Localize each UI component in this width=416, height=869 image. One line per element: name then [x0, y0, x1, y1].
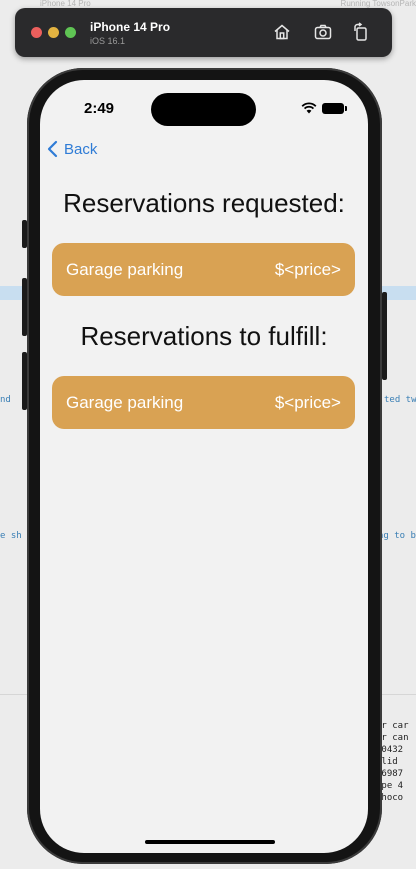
- requested-section-title: Reservations requested:: [63, 188, 345, 218]
- minimize-window-button[interactable]: [48, 27, 59, 38]
- console-line: alid: [376, 757, 398, 767]
- background-device-label: iPhone 14 Pro: [40, 0, 91, 8]
- dynamic-island: [151, 93, 256, 126]
- back-button-label: Back: [64, 140, 98, 158]
- chevron-left-icon: [47, 140, 58, 158]
- requested-reservation-card[interactable]: Garage parking $<price>: [52, 243, 355, 296]
- rotate-icon[interactable]: [351, 22, 371, 42]
- background-code-fragment: e sh: [0, 531, 22, 541]
- reservation-name: Garage parking: [66, 392, 184, 412]
- status-time: 2:49: [84, 100, 115, 117]
- background-run-status: Running TowsonPark: [340, 0, 416, 8]
- console-line: .6987: [376, 769, 404, 779]
- console-line: .0432: [376, 745, 404, 755]
- fulfill-reservation-card[interactable]: Garage parking $<price>: [52, 376, 355, 429]
- console-line: Choco: [376, 793, 404, 803]
- reservation-price: $<price>: [274, 259, 341, 279]
- volume-up-button: [22, 278, 27, 336]
- close-window-button[interactable]: [31, 27, 42, 38]
- mute-switch: [22, 220, 27, 248]
- volume-down-button: [22, 352, 27, 410]
- fulfill-section-title: Reservations to fulfill:: [80, 321, 328, 351]
- background-code-fragment: nd: [0, 395, 11, 405]
- console-line: ype 4: [376, 781, 404, 791]
- app-screen: 2:49 Back Reservations requested: Garage…: [40, 80, 368, 853]
- home-indicator[interactable]: [145, 840, 275, 844]
- battery-icon: [322, 102, 347, 114]
- console-line: er car: [376, 721, 409, 731]
- background-console: er car er can .0432 alid .6987 ype 4 Choco: [376, 720, 416, 804]
- simulator-device-name: iPhone 14 Pro: [90, 20, 171, 34]
- status-icons: [301, 102, 347, 114]
- wifi-icon: [301, 102, 317, 114]
- reservation-price: $<price>: [274, 392, 341, 412]
- back-button[interactable]: Back: [46, 140, 97, 158]
- screenshot-icon[interactable]: [313, 22, 333, 42]
- console-line: er can: [376, 733, 409, 743]
- home-icon[interactable]: [272, 22, 292, 42]
- background-code-fragment: ted tw: [384, 395, 416, 405]
- reservation-name: Garage parking: [66, 259, 184, 279]
- power-button: [382, 292, 387, 380]
- background-title-strip: iPhone 14 Pro Running TowsonPark: [0, 0, 416, 8]
- background-code-fragment: ng to b: [378, 531, 416, 541]
- zoom-window-button[interactable]: [65, 27, 76, 38]
- simulator-os-version: iOS 16.1: [90, 36, 126, 46]
- simulator-toolbar: iPhone 14 Pro iOS 16.1: [15, 8, 392, 57]
